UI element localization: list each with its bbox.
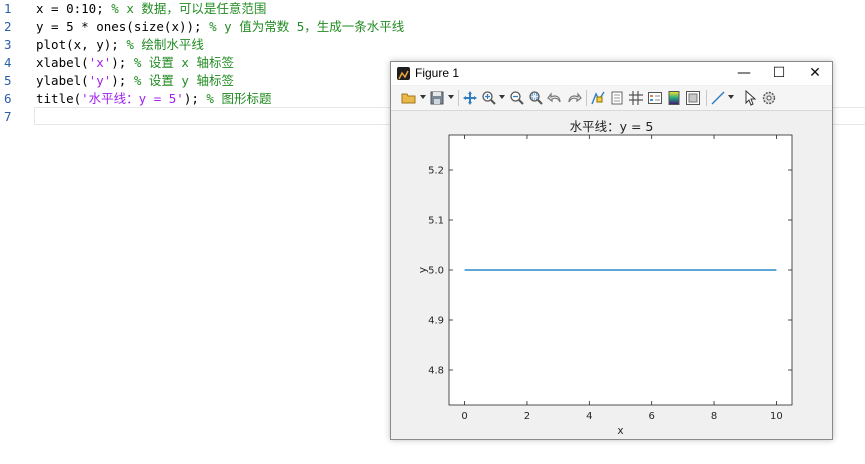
code-text: title('水平线：y = 5'); % 图形标题 — [36, 90, 271, 108]
code-token-plain: y = 5 * ones(size(x)); — [36, 19, 210, 34]
chevron-down-icon[interactable] — [420, 95, 426, 99]
code-token-plain: ); — [111, 55, 134, 70]
line-number: 4 — [4, 55, 12, 70]
code-token-plain: plot(x, y); — [36, 37, 127, 52]
code-token-plain: ); — [111, 73, 134, 88]
axes-area[interactable]: 0 2 4 6 8 10 4.8 4.9 5.0 5.1 5.2 x y — [391, 132, 832, 438]
code-token-plain: xlabel( — [36, 55, 89, 70]
code-token-string: 'y' — [88, 73, 112, 88]
figure-titlebar[interactable]: Figure 1 — ☐ ✕ — [391, 62, 832, 85]
code-text: x = 0:10; % x 数据，可以是任意范围 — [36, 0, 266, 18]
line-number: 3 — [4, 37, 12, 52]
code-token-plain: ); — [183, 91, 207, 106]
figure-toolbar — [391, 86, 832, 111]
y-tick-label: 5.1 — [428, 216, 444, 227]
code-token-comment: % x 数据，可以是任意范围 — [111, 1, 267, 16]
matlab-figure-icon — [397, 67, 410, 80]
maximize-button[interactable]: ☐ — [761, 62, 797, 85]
line-number: 5 — [4, 73, 12, 88]
x-tick-label: 4 — [586, 411, 592, 422]
y-tick-label: 4.8 — [428, 366, 444, 377]
window-title: Figure 1 — [415, 66, 460, 80]
code-token-number: 0:10 — [66, 1, 97, 16]
data-cursor-icon[interactable] — [590, 90, 606, 106]
toolbar-separator — [586, 90, 587, 106]
y-tick-label: 5.2 — [428, 166, 444, 177]
y-axis-label: y — [417, 267, 429, 273]
hide-plot-tools-icon[interactable] — [685, 90, 701, 106]
line-number: 6 — [4, 91, 12, 106]
x-axis-label: x — [617, 425, 623, 437]
insert-line-icon[interactable] — [710, 90, 726, 106]
property-inspector-icon[interactable] — [761, 90, 777, 106]
code-text: ylabel('y'); % 设置 y 轴标签 — [36, 72, 234, 90]
code-line[interactable]: 2 y = 5 * ones(size(x)); % y 值为常数 5，生成一条水… — [0, 18, 865, 36]
code-token-string: 'x' — [88, 55, 112, 70]
zoom-out-icon[interactable] — [509, 90, 525, 106]
chevron-down-icon[interactable] — [448, 95, 454, 99]
minimize-button[interactable]: — — [726, 62, 762, 85]
x-tick-label: 6 — [648, 411, 654, 422]
redo-view-icon[interactable] — [566, 90, 582, 106]
grid-icon[interactable] — [628, 90, 644, 106]
pan-icon[interactable] — [462, 90, 478, 106]
code-line[interactable]: 1 x = 0:10; % x 数据，可以是任意范围 — [0, 0, 865, 18]
colorbar-icon[interactable] — [666, 90, 682, 106]
open-folder-icon[interactable] — [401, 90, 417, 106]
select-pointer-icon[interactable] — [742, 89, 758, 106]
toolbar-separator — [706, 90, 707, 106]
x-tick-label: 8 — [711, 411, 717, 422]
line-number: 7 — [4, 109, 12, 124]
save-icon[interactable] — [429, 90, 445, 106]
code-token-string: '水平线：y = 5' — [81, 91, 184, 106]
x-tick-label: 10 — [770, 411, 783, 422]
legend-icon[interactable] — [647, 90, 663, 106]
brush-icon[interactable] — [609, 90, 625, 106]
code-token-comment: % 设置 x 轴标签 — [133, 55, 234, 70]
chevron-down-icon[interactable] — [499, 95, 505, 99]
code-text: plot(x, y); % 绘制水平线 — [36, 36, 204, 54]
code-token-plain: ylabel( — [36, 73, 89, 88]
code-text: xlabel('x'); % 设置 x 轴标签 — [36, 54, 234, 72]
zoom-region-icon[interactable] — [528, 90, 544, 106]
code-text: y = 5 * ones(size(x)); % y 值为常数 5，生成一条水平… — [36, 18, 404, 36]
code-token-plain: title( — [36, 91, 82, 106]
zoom-in-icon[interactable] — [481, 90, 497, 106]
code-token-comment: % y 值为常数 5，生成一条水平线 — [209, 19, 405, 34]
line-number: 2 — [4, 19, 12, 34]
code-token-comment: % 设置 y 轴标签 — [133, 73, 234, 88]
y-tick-label: 4.9 — [428, 316, 444, 327]
close-button[interactable]: ✕ — [797, 62, 833, 85]
toolbar-separator — [458, 90, 459, 106]
y-tick-label: 5.0 — [428, 266, 444, 277]
x-tick-label: 0 — [461, 411, 467, 422]
code-token-comment: % 图形标题 — [206, 91, 272, 106]
code-token-plain: ; — [96, 1, 112, 16]
code-line[interactable]: 3 plot(x, y); % 绘制水平线 — [0, 36, 865, 54]
undo-view-icon[interactable] — [547, 90, 563, 106]
chevron-down-icon[interactable] — [728, 95, 734, 99]
code-token-plain: x = — [36, 1, 67, 16]
figure-window[interactable]: Figure 1 — ☐ ✕ 水平线：y = 5 0 2 4 6 8 10 4.… — [390, 61, 833, 440]
line-number: 1 — [4, 1, 12, 16]
x-tick-label: 2 — [524, 411, 530, 422]
code-token-comment: % 绘制水平线 — [126, 37, 204, 52]
